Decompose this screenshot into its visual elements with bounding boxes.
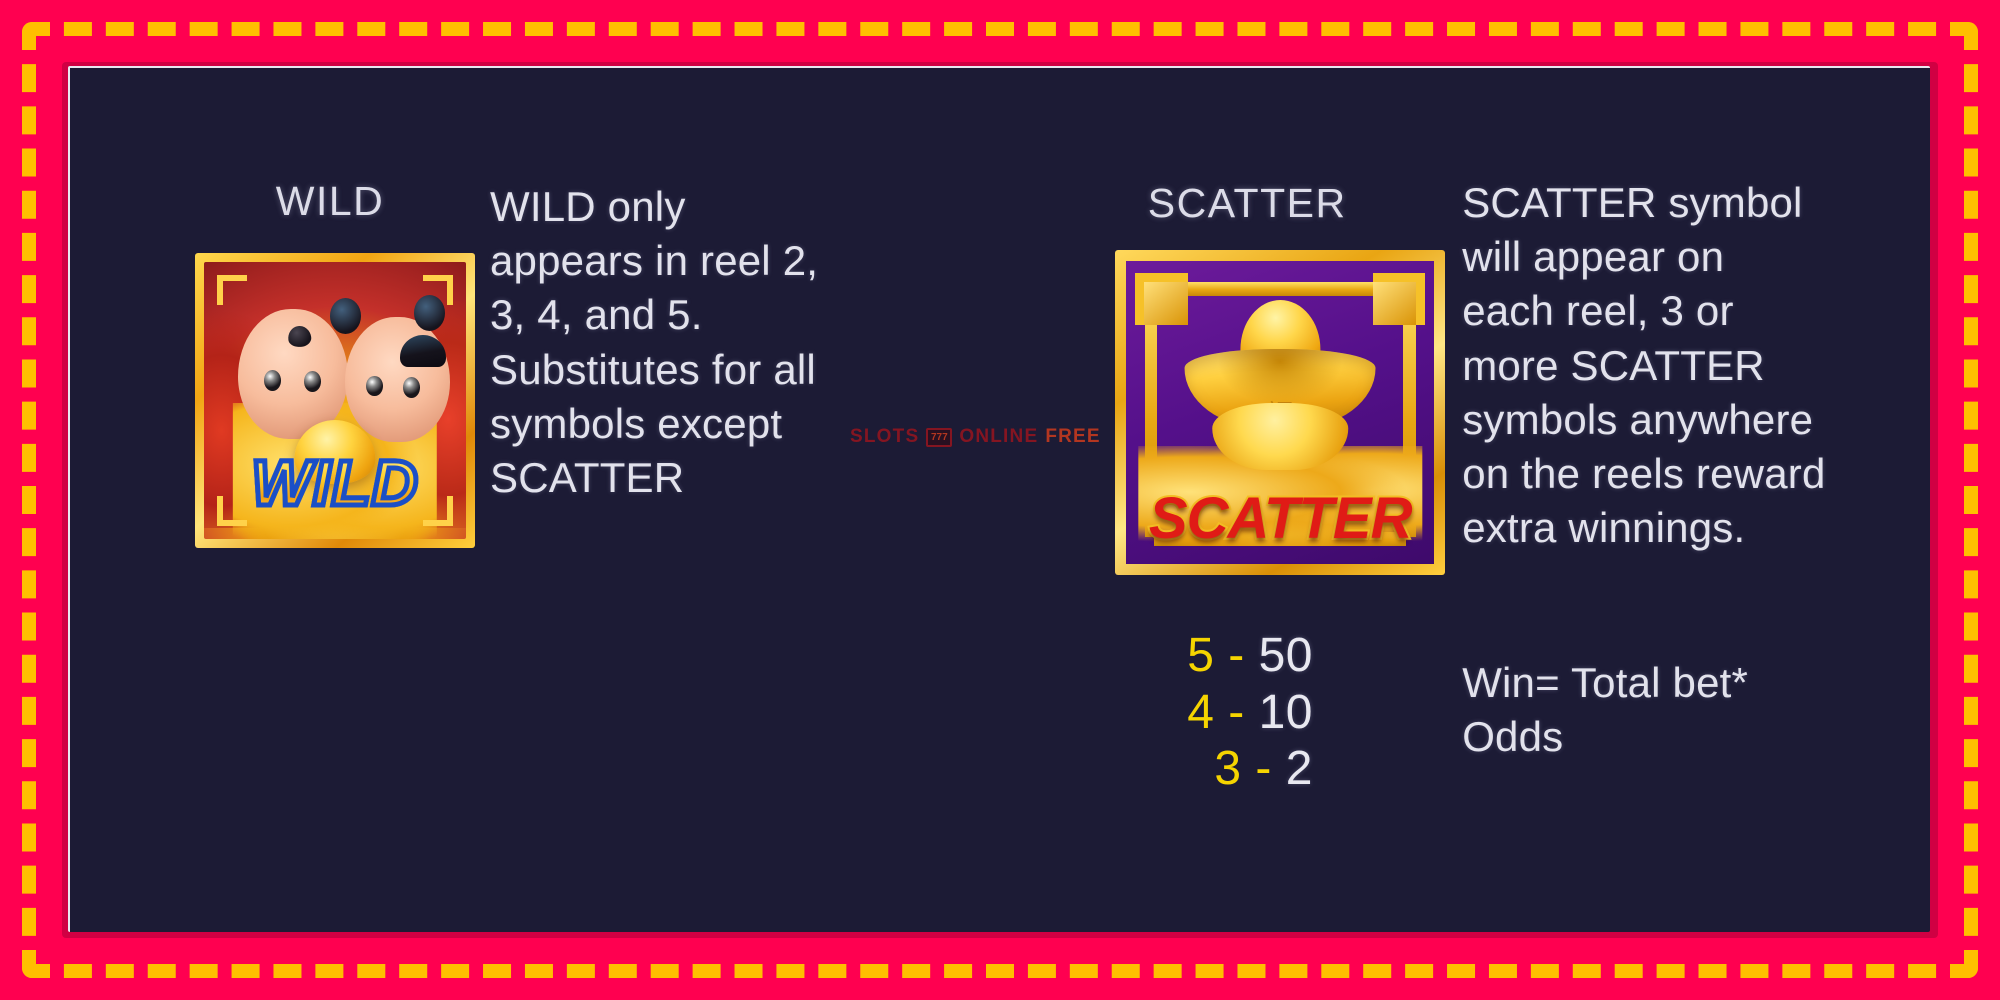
boy-eye-left-icon [264, 370, 282, 391]
girl-hair-bun-left-icon [329, 298, 362, 334]
wild-corner-bracket-bl [217, 496, 247, 526]
wild-tile-artwork: WILD [204, 262, 466, 539]
boy-hair-tuft-icon [286, 324, 312, 349]
scatter-corner-ornament-tl [1135, 273, 1188, 325]
paytable-row: 4 - 10 [1187, 685, 1313, 742]
paytable-dash: - [1255, 742, 1272, 796]
paytable-value: 10 [1258, 685, 1313, 739]
boy-eye-right-icon [303, 371, 321, 393]
gold-ingot-secondary-icon [1212, 403, 1348, 471]
scatter-paytable: 5 - 50 4 - 10 3 - 2 [1187, 628, 1313, 798]
scatter-description-line: each reel, 3 or [1462, 287, 1734, 335]
scatter-description-line: on the reels reward [1462, 449, 1826, 497]
wild-description-line: 3, 4, and 5. [490, 291, 703, 339]
wild-description-line: WILD only [490, 183, 686, 230]
scatter-symbol-word: SCATTER [1147, 484, 1415, 553]
scatter-tile-artwork: 福 SCATTER [1126, 261, 1435, 564]
paytable-dash: - [1228, 629, 1245, 682]
scatter-description-line: extra winnings. [1462, 504, 1746, 552]
paytable-row: 3 - 2 [1187, 741, 1313, 798]
wild-column: WILD WILD WILD only appears in reel 2, 3… [70, 68, 1037, 932]
scatter-description: SCATTER symbol will appear on each reel,… [1462, 176, 1912, 555]
wild-description-line: Substitutes for all [490, 345, 816, 393]
wild-corner-bracket-tr [423, 275, 453, 305]
wild-symbol-tile: WILD [195, 253, 475, 548]
win-formula-line: Win= Total bet* [1462, 659, 1749, 706]
girl-character-icon [345, 317, 451, 443]
wild-symbol-word: WILD [249, 444, 420, 521]
paytable-row: 5 - 50 [1187, 628, 1313, 685]
win-formula: Win= Total bet* Odds [1462, 656, 1902, 764]
paytable-count: 4 [1187, 685, 1215, 739]
outer-frame: WILD WILD WILD only appears in reel 2, 3… [0, 0, 2000, 1000]
scatter-description-line: more SCATTER [1462, 341, 1765, 389]
scatter-frame-bar-top [1153, 282, 1407, 296]
paytable-panel: WILD WILD WILD only appears in reel 2, 3… [68, 66, 1930, 932]
wild-heading: WILD [275, 178, 385, 224]
scatter-corner-ornament-tr [1372, 273, 1425, 325]
wild-description: WILD only appears in reel 2, 3, 4, and 5… [490, 180, 910, 505]
scatter-column: SCATTER SCATTER SCATTER symbol will appe… [1037, 68, 1930, 932]
scatter-symbol-tile: 福 SCATTER [1115, 250, 1446, 575]
paytable-value: 50 [1258, 629, 1313, 682]
win-formula-line: Odds [1462, 713, 1564, 761]
wild-corner-bracket-br [423, 496, 453, 526]
scatter-description-line: SCATTER symbol [1462, 179, 1803, 226]
scatter-description-line: will appear on [1462, 233, 1725, 281]
wild-description-line: appears in reel 2, [490, 237, 819, 285]
paytable-count: 5 [1187, 629, 1215, 682]
wild-description-line: symbols except [490, 399, 783, 447]
wild-description-line: SCATTER [490, 453, 685, 501]
paytable-count: 3 [1214, 742, 1242, 796]
wild-corner-bracket-tl [217, 275, 247, 305]
paytable-value: 2 [1285, 742, 1313, 796]
paytable-dash: - [1228, 685, 1245, 739]
scatter-heading: SCATTER [1147, 180, 1347, 226]
girl-eye-right-icon [403, 376, 421, 398]
scatter-description-line: symbols anywhere [1462, 395, 1814, 443]
paytable-content: WILD WILD WILD only appears in reel 2, 3… [70, 68, 1930, 932]
